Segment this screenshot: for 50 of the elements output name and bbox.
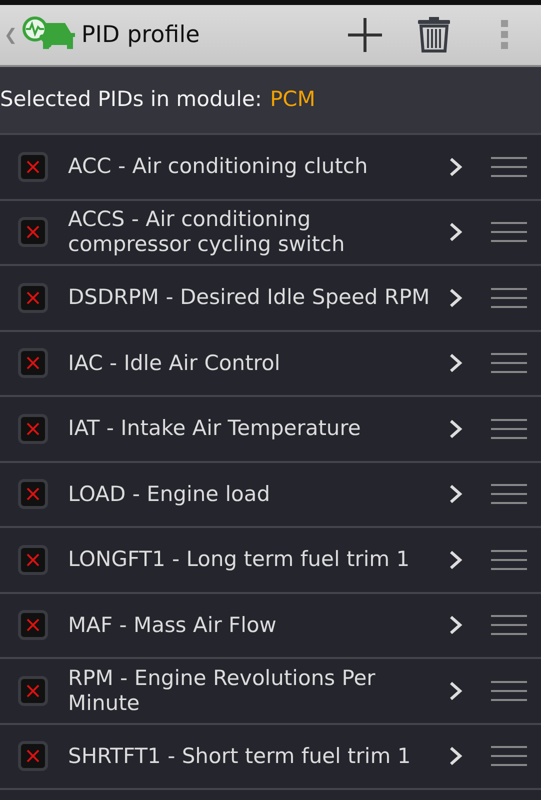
module-label: Selected PIDs in module: xyxy=(0,86,262,114)
pid-label: DSDRPM - Desired Idle Speed RPM xyxy=(68,285,431,310)
chevron-right-icon[interactable] xyxy=(449,222,463,242)
checkbox[interactable] xyxy=(18,282,48,313)
checkbox[interactable] xyxy=(18,414,48,444)
pid-label: ACCS - Air conditioning compressor cycling switch xyxy=(68,207,346,258)
drag-handle-icon[interactable] xyxy=(491,418,527,440)
pid-label: IAC - Idle Air Control xyxy=(68,350,282,376)
screen-title: PID profile xyxy=(81,20,200,50)
pid-label: MAF - Mass Air Flow xyxy=(68,612,278,638)
pid-label: RPM - Engine Revolutions Per Minute xyxy=(68,666,376,716)
chevron-right-icon[interactable] xyxy=(449,156,463,177)
drag-handle-icon[interactable] xyxy=(491,614,527,636)
chevron-right-icon[interactable] xyxy=(449,615,463,636)
drag-handle-icon[interactable] xyxy=(491,745,527,768)
pid-label: IAT - Intake Air Temperature xyxy=(68,416,362,442)
checkbox[interactable] xyxy=(18,676,48,706)
checkbox[interactable] xyxy=(18,348,48,378)
checkbox[interactable] xyxy=(18,217,48,248)
pid-row[interactable]: ACCS - Air conditioning compressor cycling switch xyxy=(0,200,541,266)
chevron-right-icon[interactable] xyxy=(449,418,463,439)
trash-icon[interactable] xyxy=(417,17,451,53)
checkbox[interactable] xyxy=(18,610,48,640)
chevron-right-icon[interactable] xyxy=(449,288,463,308)
drag-handle-icon[interactable] xyxy=(491,483,527,506)
pid-row[interactable]: SHRTFT1 - Short term fuel trim 1 xyxy=(0,724,541,790)
chevron-right-icon[interactable] xyxy=(449,680,463,701)
checkbox[interactable] xyxy=(18,479,48,510)
pid-label: ACC - Air conditioning clutch xyxy=(68,154,369,180)
drag-handle-icon[interactable] xyxy=(491,286,527,309)
pid-label: LONGFT1 - Long term fuel trim 1 xyxy=(68,547,411,572)
pid-row[interactable]: IAC - Idle Air Control xyxy=(0,332,541,397)
drag-handle-icon[interactable] xyxy=(491,156,527,178)
module-name: PCM xyxy=(270,86,316,114)
add-icon[interactable] xyxy=(347,17,383,53)
drag-handle-icon[interactable] xyxy=(491,352,527,374)
pid-label: LOAD - Engine load xyxy=(68,482,272,507)
chevron-right-icon[interactable] xyxy=(449,353,463,374)
pid-row[interactable]: MAF - Mass Air Flow xyxy=(0,594,541,659)
pid-row[interactable]: LOAD - Engine load xyxy=(0,462,541,528)
chevron-right-icon[interactable] xyxy=(449,550,463,570)
checkbox[interactable] xyxy=(18,741,48,772)
checkbox[interactable] xyxy=(18,544,48,575)
drag-handle-icon[interactable] xyxy=(491,221,527,244)
drag-handle-icon[interactable] xyxy=(491,548,527,571)
checkbox[interactable] xyxy=(18,152,48,182)
pid-label: SHRTFT1 - Short term fuel trim 1 xyxy=(68,744,412,769)
chevron-right-icon[interactable] xyxy=(449,746,463,766)
chevron-right-icon[interactable] xyxy=(449,484,463,504)
drag-handle-icon[interactable] xyxy=(491,680,527,702)
